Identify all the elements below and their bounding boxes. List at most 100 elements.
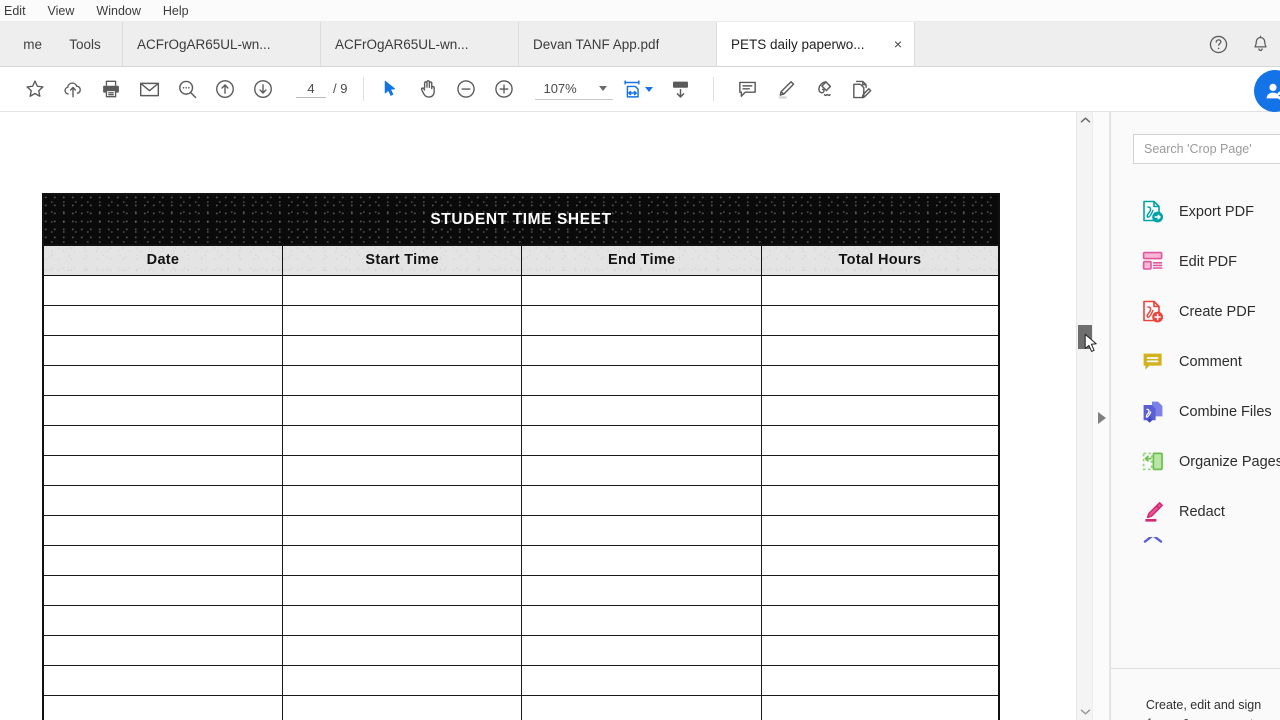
- combine-files-icon: [1142, 400, 1164, 424]
- table-cell: [42, 275, 283, 306]
- menu-bar: Edit View Window Help: [0, 0, 1280, 22]
- scroll-up-arrow-icon[interactable]: [1077, 112, 1093, 128]
- email-icon[interactable]: [130, 69, 168, 109]
- pdf-page: STUDENT TIME SHEET Date Start Time End T…: [0, 112, 1076, 720]
- document-tab-2[interactable]: ACFrOgAR65UL-wn...: [321, 22, 519, 66]
- table-row: [42, 515, 1000, 546]
- scroll-mode-icon[interactable]: [661, 69, 699, 109]
- column-header-label: Date: [146, 252, 180, 268]
- document-tab-3[interactable]: Devan TANF App.pdf: [519, 22, 717, 66]
- table-cell: [281, 395, 523, 426]
- comment-icon[interactable]: [728, 69, 766, 109]
- tool-item-export-pdf[interactable]: Export PDF: [1111, 187, 1280, 237]
- table-cell: [521, 485, 762, 516]
- arrow-up-circle-icon[interactable]: [206, 69, 244, 109]
- tab-tools[interactable]: Tools: [48, 22, 123, 66]
- table-cell: [521, 425, 762, 456]
- cloud-upload-icon[interactable]: [54, 69, 92, 109]
- panel-expand-arrow-icon[interactable]: [1098, 412, 1106, 424]
- zoom-level-dropdown[interactable]: 107%: [535, 79, 614, 100]
- highlight-icon[interactable]: [766, 69, 804, 109]
- panel-expander-strip[interactable]: [1092, 112, 1110, 720]
- table-cell: [521, 665, 762, 696]
- document-tab-label: ACFrOgAR65UL-wn...: [335, 36, 469, 52]
- document-tab-1[interactable]: ACFrOgAR65UL-wn...: [123, 22, 321, 66]
- table-cell: [521, 695, 762, 720]
- table-row: [42, 575, 1000, 606]
- table-cell: [42, 485, 283, 516]
- toolbar-divider-2: [713, 77, 715, 101]
- menu-item-edit[interactable]: Edit: [0, 0, 37, 22]
- toolbar-divider: [363, 77, 365, 101]
- tool-item-combine-files[interactable]: Combine Files: [1111, 387, 1280, 437]
- document-tab-label: ACFrOgAR65UL-wn...: [137, 36, 271, 52]
- menu-item-window[interactable]: Window: [85, 0, 151, 22]
- select-cursor-icon[interactable]: [371, 69, 409, 109]
- table-row: [42, 455, 1000, 486]
- table-row: [42, 485, 1000, 516]
- close-icon[interactable]: ×: [891, 37, 905, 51]
- table-cell: [521, 335, 762, 366]
- tool-item-partial[interactable]: [1111, 537, 1280, 551]
- tab-home[interactable]: me: [0, 22, 48, 66]
- column-header-label: Total Hours: [838, 252, 922, 268]
- zoom-in-icon[interactable]: [485, 69, 523, 109]
- fit-page-chevron-down-icon[interactable]: [645, 86, 654, 92]
- table-row: [42, 335, 1000, 366]
- tool-item-edit-pdf[interactable]: Edit PDF: [1111, 237, 1280, 287]
- tool-item-organize-pages[interactable]: Organize Pages: [1111, 437, 1280, 487]
- star-icon[interactable]: [16, 69, 54, 109]
- table-cell: [281, 545, 523, 576]
- scroll-down-arrow-icon[interactable]: [1077, 704, 1093, 720]
- tool-item-label: Organize Pages: [1179, 454, 1280, 470]
- table-cell: [281, 275, 523, 306]
- table-cell: [42, 515, 283, 546]
- search-icon[interactable]: [168, 69, 206, 109]
- tool-item-create-pdf[interactable]: Create PDF: [1111, 287, 1280, 337]
- fit-page-icon[interactable]: [617, 69, 647, 109]
- promo-line-1: Create, edit and sign: [1145, 698, 1262, 712]
- menu-item-view[interactable]: View: [37, 0, 86, 22]
- table-row: [42, 695, 1000, 720]
- tab-bar: me Tools ACFrOgAR65UL-wn... ACFrOgAR65UL…: [0, 22, 1280, 67]
- help-circle-icon[interactable]: [1208, 34, 1229, 55]
- document-viewer[interactable]: STUDENT TIME SHEET Date Start Time End T…: [0, 112, 1076, 720]
- notification-bell-icon[interactable]: [1251, 34, 1270, 55]
- table-cell: [521, 395, 762, 426]
- table-cell: [42, 635, 283, 666]
- document-tab-4-active[interactable]: PETS daily paperwo... ×: [717, 22, 915, 66]
- table-cell: [760, 275, 1000, 306]
- tools-list: Export PDF Edit PDF Create PDF Comment C…: [1111, 187, 1280, 551]
- tool-item-comment[interactable]: Comment: [1111, 337, 1280, 387]
- search-input[interactable]: Search 'Crop Page': [1133, 134, 1280, 164]
- create-pdf-icon: [1142, 300, 1164, 324]
- sign-icon[interactable]: [804, 69, 842, 109]
- right-tools-panel: Search 'Crop Page' Export PDF Edit PDF C…: [1110, 112, 1280, 720]
- fill-and-sign-icon[interactable]: [842, 69, 880, 109]
- table-cell: [42, 665, 283, 696]
- tool-item-label: Create PDF: [1179, 304, 1256, 320]
- table-cell: [760, 695, 1000, 720]
- table-cell: [42, 695, 283, 720]
- table-cell: [521, 635, 762, 666]
- vertical-scrollbar[interactable]: [1076, 112, 1092, 720]
- page-title-text: STUDENT TIME SHEET: [430, 211, 612, 228]
- zoom-out-icon[interactable]: [447, 69, 485, 109]
- table-cell: [42, 365, 283, 396]
- print-icon[interactable]: [92, 69, 130, 109]
- arrow-down-circle-icon[interactable]: [244, 69, 282, 109]
- table-row: [42, 545, 1000, 576]
- tool-item-label: Export PDF: [1179, 204, 1254, 220]
- table-row: [42, 305, 1000, 336]
- acrobat-window: Edit View Window Help me Tools ACFrOgAR6…: [0, 0, 1280, 720]
- hand-tool-icon[interactable]: [409, 69, 447, 109]
- page-number-input[interactable]: 4: [296, 81, 326, 98]
- table-cell: [521, 275, 762, 306]
- column-header-label: Start Time: [365, 252, 440, 268]
- page-navigation: 4 / 9: [296, 81, 347, 98]
- menu-item-help[interactable]: Help: [152, 0, 200, 22]
- tool-item-redact[interactable]: Redact: [1111, 487, 1280, 537]
- scrollbar-thumb[interactable]: [1078, 325, 1092, 349]
- column-header-label: End Time: [608, 252, 676, 268]
- table-cell: [42, 605, 283, 636]
